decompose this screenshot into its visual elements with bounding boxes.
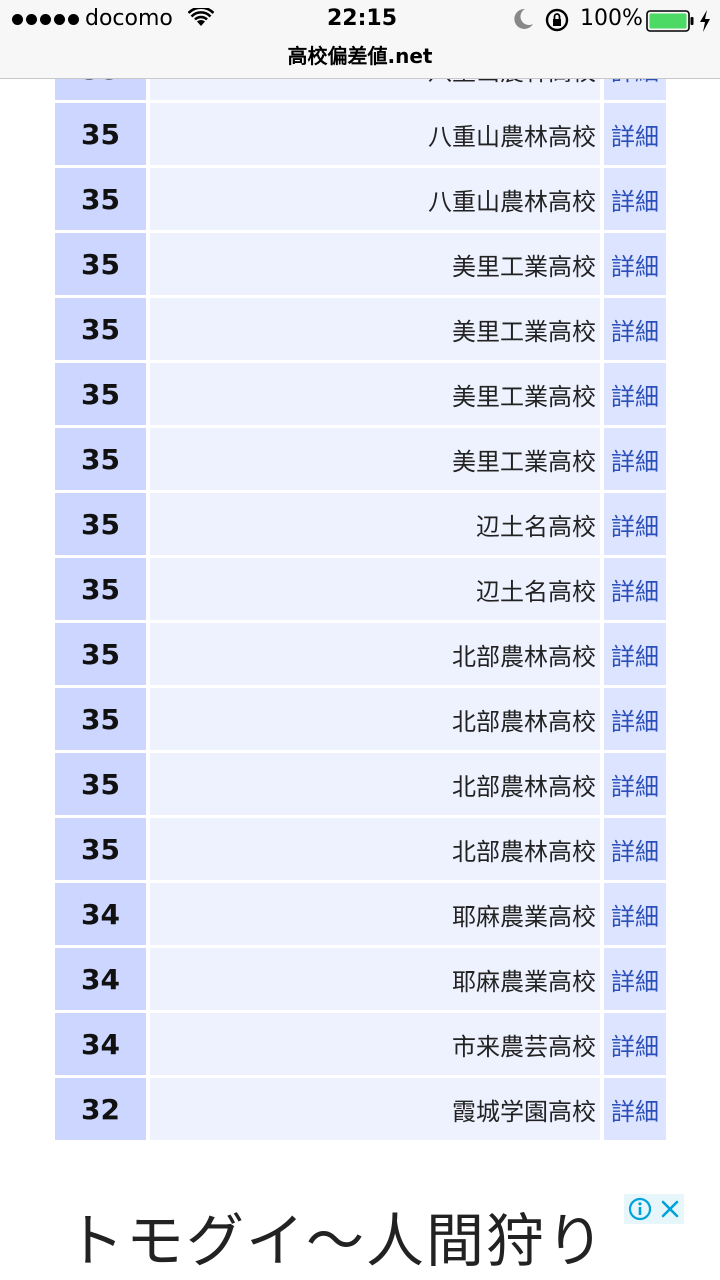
ad-banner[interactable]: トモグイ〜人間狩り: [0, 1180, 720, 1280]
score-cell: 35: [55, 363, 146, 425]
school-name-cell: 辺土名高校: [150, 558, 600, 620]
table-row: 35 北部農林高校 詳細: [55, 818, 666, 883]
table-row: 35 北部農林高校 詳細: [55, 753, 666, 818]
table-row: 34 耶麻農業高校 詳細: [55, 948, 666, 1013]
table-row: 34 耶麻農業高校 詳細: [55, 883, 666, 948]
status-bar: docomo 22:15 100% 高校偏差値.net: [0, 0, 720, 79]
detail-link[interactable]: 詳細: [604, 363, 666, 425]
score-cell: 35: [55, 233, 146, 295]
school-name-cell: 北部農林高校: [150, 688, 600, 750]
school-name-cell: 北部農林高校: [150, 818, 600, 880]
school-name-cell: 市来農芸高校: [150, 1013, 600, 1075]
charging-bolt-icon: [700, 10, 710, 32]
score-cell: 35: [55, 558, 146, 620]
table-row: 32 霞城学園高校 詳細: [55, 1078, 666, 1143]
detail-link[interactable]: 詳細: [604, 1078, 666, 1140]
school-name-cell: 北部農林高校: [150, 753, 600, 815]
score-cell: 34: [55, 883, 146, 945]
school-name-cell: 八重山農林高校: [150, 103, 600, 165]
score-cell: 35: [55, 168, 146, 230]
school-name-cell: 美里工業高校: [150, 428, 600, 490]
detail-link[interactable]: 詳細: [604, 233, 666, 295]
detail-link[interactable]: 詳細: [604, 818, 666, 880]
ad-text[interactable]: トモグイ〜人間狩り: [66, 1194, 606, 1278]
detail-link[interactable]: 詳細: [604, 168, 666, 230]
score-cell: 35: [55, 818, 146, 880]
table-row: 34 市来農芸高校 詳細: [55, 1013, 666, 1078]
detail-link[interactable]: 詳細: [604, 493, 666, 555]
detail-link[interactable]: 詳細: [604, 623, 666, 685]
do-not-disturb-moon-icon: [514, 8, 533, 29]
score-cell: 35: [55, 298, 146, 360]
score-cell: 35: [55, 103, 146, 165]
score-cell: 34: [55, 1013, 146, 1075]
table-row: 35 美里工業高校 詳細: [55, 428, 666, 493]
detail-link[interactable]: 詳細: [604, 103, 666, 165]
table-row: 35 美里工業高校 詳細: [55, 363, 666, 428]
table-row: 35 八重山農林高校 詳細: [55, 103, 666, 168]
school-name-cell: 耶麻農業高校: [150, 883, 600, 945]
score-cell: 35: [55, 623, 146, 685]
detail-link[interactable]: 詳細: [604, 298, 666, 360]
table-row: 35 北部農林高校 詳細: [55, 688, 666, 753]
detail-link[interactable]: 詳細: [604, 558, 666, 620]
info-icon[interactable]: [628, 1197, 652, 1221]
table-row: 35 辺土名高校 詳細: [55, 558, 666, 623]
school-name-cell: 美里工業高校: [150, 363, 600, 425]
table-row: 35 北部農林高校 詳細: [55, 623, 666, 688]
table-row: 35 美里工業高校 詳細: [55, 298, 666, 363]
detail-link[interactable]: 詳細: [604, 1013, 666, 1075]
table-row: 35 八重山農林高校 詳細: [55, 168, 666, 233]
score-cell: 34: [55, 948, 146, 1010]
school-name-cell: 霞城学園高校: [150, 1078, 600, 1140]
score-cell: 35: [55, 493, 146, 555]
detail-link[interactable]: 詳細: [604, 688, 666, 750]
detail-link[interactable]: 詳細: [604, 883, 666, 945]
score-cell: 32: [55, 1078, 146, 1140]
battery-icon: [646, 10, 694, 32]
table-row: 35 辺土名高校 詳細: [55, 493, 666, 558]
battery-percent: 100%: [580, 6, 643, 31]
detail-link[interactable]: 詳細: [604, 753, 666, 815]
detail-link[interactable]: 詳細: [604, 428, 666, 490]
page-url[interactable]: 高校偏差値.net: [0, 40, 720, 69]
school-name-cell: 耶麻農業高校: [150, 948, 600, 1010]
school-name-cell: 辺土名高校: [150, 493, 600, 555]
score-cell: 35: [55, 753, 146, 815]
rotation-lock-icon: [545, 8, 569, 32]
ad-choices-badge[interactable]: [624, 1194, 684, 1224]
school-name-cell: 八重山農林高校: [150, 168, 600, 230]
ranking-table: 35 八重山農林高校 詳細 35 八重山農林高校 詳細 35 八重山農林高校 詳…: [55, 38, 666, 1143]
detail-link[interactable]: 詳細: [604, 948, 666, 1010]
school-name-cell: 美里工業高校: [150, 233, 600, 295]
school-name-cell: 北部農林高校: [150, 623, 600, 685]
table-row: 35 美里工業高校 詳細: [55, 233, 666, 298]
score-cell: 35: [55, 688, 146, 750]
school-name-cell: 美里工業高校: [150, 298, 600, 360]
score-cell: 35: [55, 428, 146, 490]
close-icon[interactable]: [659, 1198, 681, 1220]
